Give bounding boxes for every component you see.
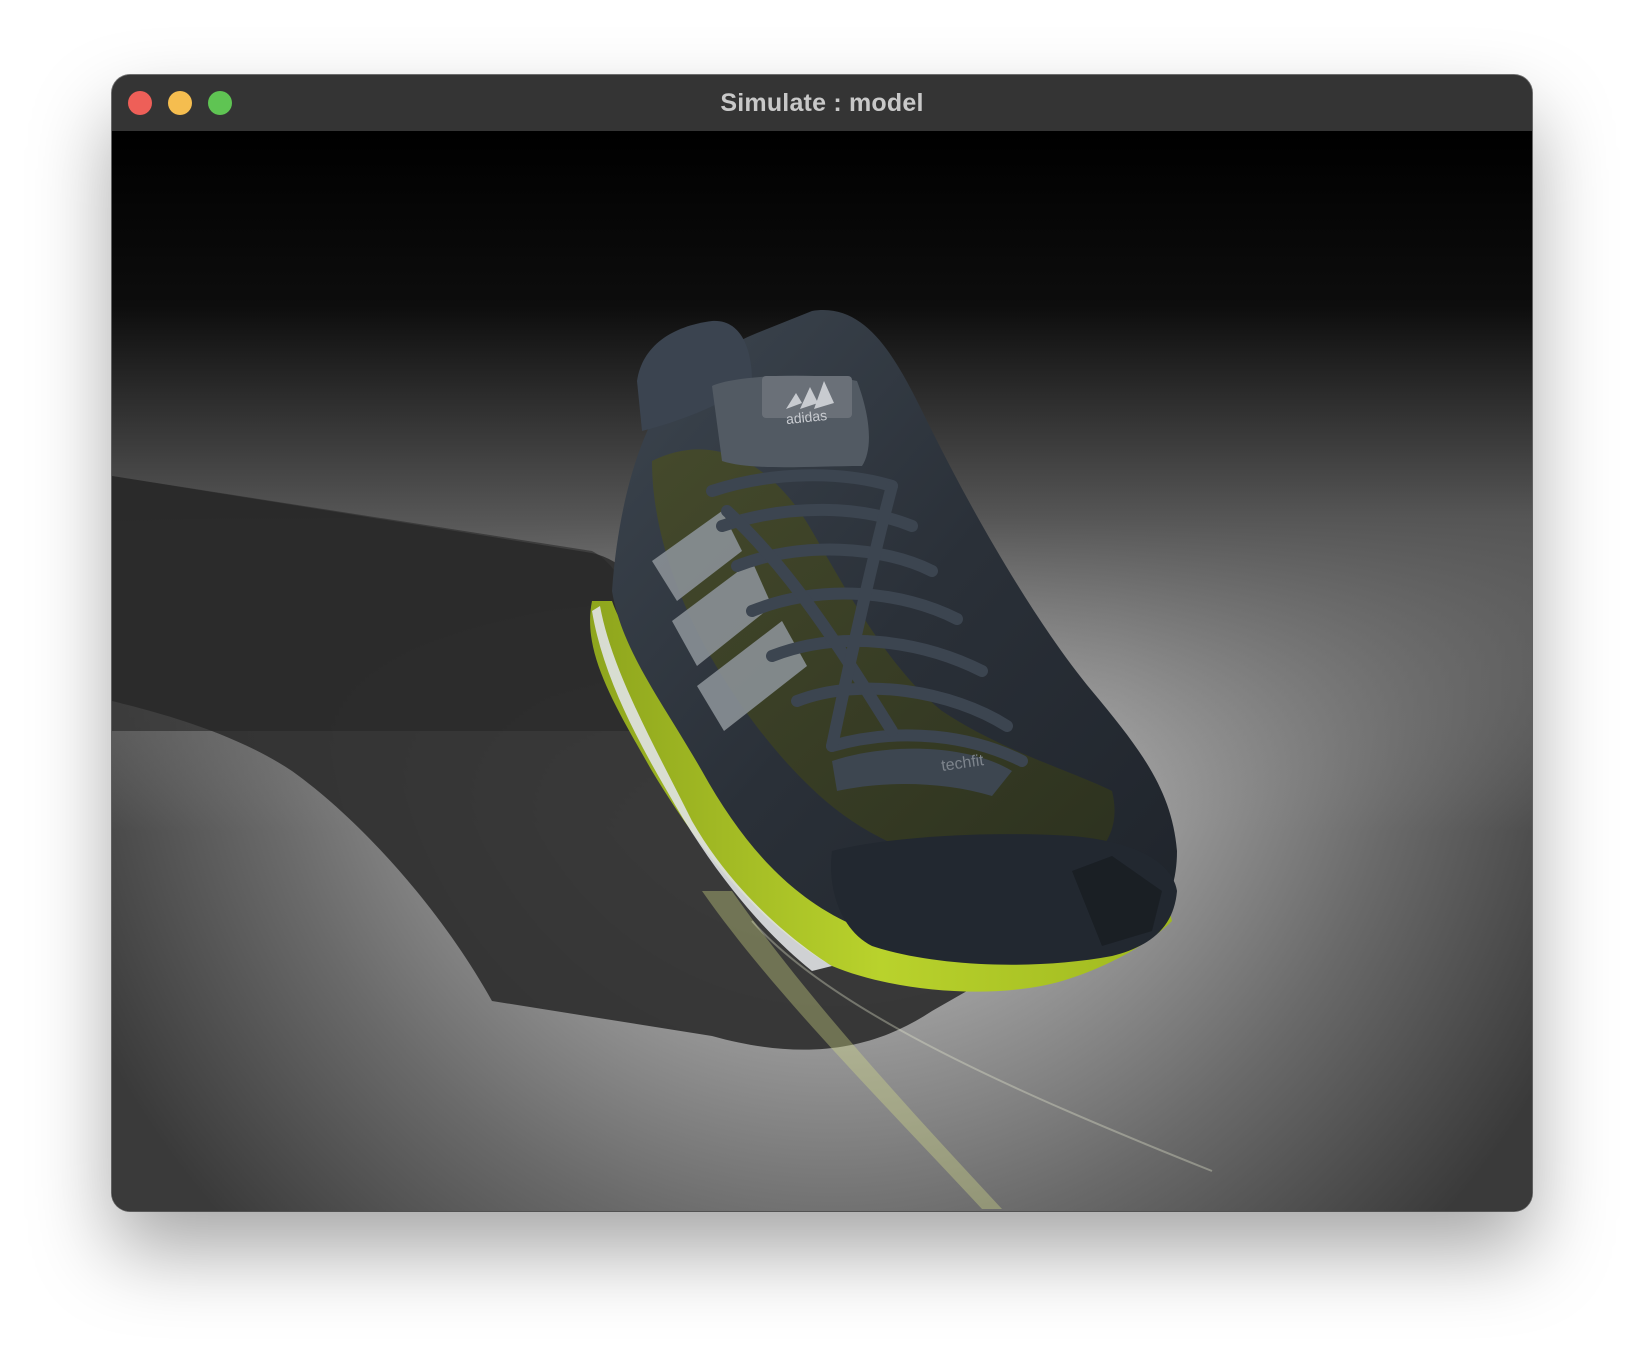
title-bar[interactable]: Simulate : model — [112, 75, 1532, 132]
window-title: Simulate : model — [720, 89, 924, 117]
app-window: Simulate : model adidas techfit — [112, 75, 1532, 1211]
scene-render: adidas techfit — [112, 131, 1532, 1211]
simulation-viewport[interactable]: adidas techfit — [112, 131, 1532, 1211]
